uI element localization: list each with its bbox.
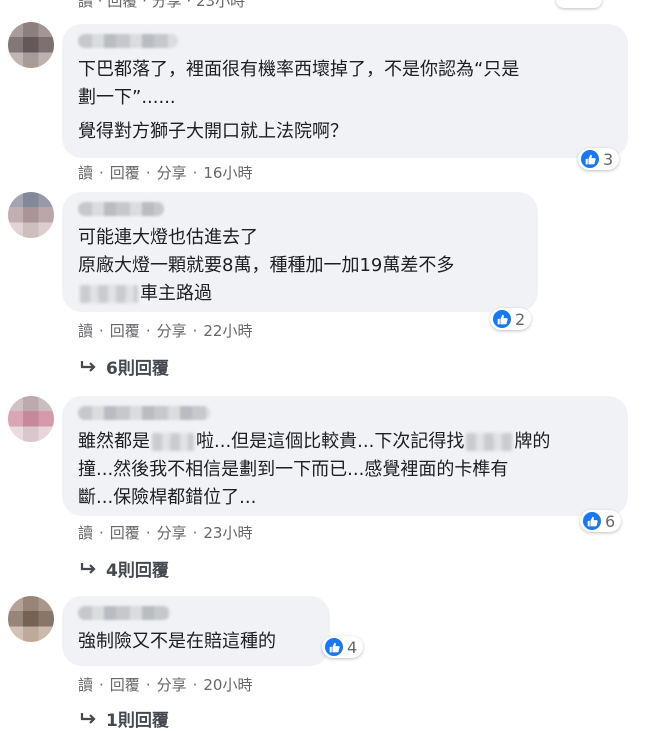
timestamp[interactable]: 23小時 xyxy=(203,524,252,542)
comment-text-line: 車主路過 xyxy=(78,280,522,308)
timestamp[interactable]: 16小時 xyxy=(203,164,252,182)
comment-text-line: 斷...保險桿都錯位了... xyxy=(78,487,257,508)
author-name-redacted[interactable] xyxy=(78,406,210,420)
read-link[interactable]: 讀 xyxy=(78,0,93,10)
comment-text-fragment: 啦...但是這個比較貴...下次記得找 xyxy=(196,431,465,452)
comment-bubble-3: 雖然都是 啦...但是這個比較貴...下次記得找 牌的 撞...然後我不相信是劃到一… xyxy=(62,396,628,516)
timestamp[interactable]: 22小時 xyxy=(203,322,252,340)
view-replies-link[interactable]: 6則回覆 xyxy=(80,354,169,379)
comment-actions: 讀 · 回覆 · 分享 · 22小時 xyxy=(78,322,253,340)
author-name-redacted[interactable] xyxy=(78,202,164,216)
comment-text-line: 劃一下”...... xyxy=(78,87,176,108)
view-replies-link[interactable]: 4則回覆 xyxy=(80,556,169,581)
comment-text-line: 強制險又不是在賠這種的 xyxy=(78,631,276,652)
timestamp[interactable]: 20小時 xyxy=(203,676,252,694)
read-link[interactable]: 讀 xyxy=(78,322,93,340)
comment-actions: 讀 · 回覆 · 分享 · 16小時 xyxy=(78,164,253,182)
like-icon xyxy=(493,310,511,328)
like-count: 3 xyxy=(603,149,614,169)
like-count: 2 xyxy=(515,309,526,329)
read-link[interactable]: 讀 xyxy=(78,524,93,542)
reaction-badge[interactable]: 2 xyxy=(490,308,532,330)
reaction-badge[interactable]: 3 xyxy=(578,148,620,170)
comment-text-line: 原廠大燈一顆就要8萬，種種加一加19萬差不多 xyxy=(78,255,455,276)
redacted-text xyxy=(466,433,513,451)
share-link[interactable]: 分享 xyxy=(157,524,187,542)
reply-arrow-icon xyxy=(80,562,96,574)
reply-arrow-icon xyxy=(80,360,96,372)
avatar[interactable] xyxy=(8,192,54,238)
like-icon xyxy=(583,512,601,530)
reply-link[interactable]: 回覆 xyxy=(107,0,137,10)
reply-link[interactable]: 回覆 xyxy=(110,524,140,542)
reply-link[interactable]: 回覆 xyxy=(110,164,140,182)
comment-text-line: 可能連大燈也估進去了 xyxy=(78,227,258,248)
timestamp[interactable]: 23小時 xyxy=(196,0,245,10)
like-icon xyxy=(581,150,599,168)
share-link[interactable]: 分享 xyxy=(152,0,182,10)
avatar[interactable] xyxy=(8,396,54,442)
replies-count-label: 1則回覆 xyxy=(106,711,169,731)
share-link[interactable]: 分享 xyxy=(157,164,187,182)
replies-count-label: 6則回覆 xyxy=(106,359,169,379)
comment-text-fragment: 雖然都是 xyxy=(78,431,150,452)
comment-bubble-2: 可能連大燈也估進去了 原廠大燈一顆就要8萬，種種加一加19萬差不多 車主路過 xyxy=(62,192,538,312)
comment-text-fragment: 牌的 xyxy=(514,431,551,452)
redacted-text xyxy=(152,433,194,451)
comment-actions: 讀 · 回覆 · 分享 · 20小時 xyxy=(78,676,253,694)
reply-link[interactable]: 回覆 xyxy=(110,676,140,694)
reply-link[interactable]: 回覆 xyxy=(110,322,140,340)
like-count: 4 xyxy=(347,637,358,657)
comment-0-actions: 讀 · 回覆 · 分享 · 23小時 xyxy=(78,0,245,11)
avatar[interactable] xyxy=(8,22,54,68)
comment-text-fragment: 車主路過 xyxy=(140,283,212,304)
comment-text-line: 覺得對方獅子大開口就上法院啊？ xyxy=(78,121,348,142)
redacted-text xyxy=(80,285,138,303)
avatar[interactable] xyxy=(8,596,54,642)
read-link[interactable]: 讀 xyxy=(78,676,93,694)
replies-count-label: 4則回覆 xyxy=(106,561,169,581)
reply-arrow-icon xyxy=(80,712,96,724)
like-count: 6 xyxy=(605,511,616,531)
like-icon xyxy=(325,638,343,656)
share-link[interactable]: 分享 xyxy=(157,322,187,340)
reaction-badge[interactable] xyxy=(556,0,602,8)
comment-actions: 讀 · 回覆 · 分享 · 23小時 xyxy=(78,524,253,542)
view-replies-link[interactable]: 1則回覆 xyxy=(80,706,169,731)
reaction-badge[interactable]: 4 xyxy=(322,636,364,658)
author-name-redacted[interactable] xyxy=(78,606,170,620)
comment-text-line: 下巴都落了，裡面很有機率西壞掉了，不是你認為“只是 xyxy=(78,59,520,80)
author-name-redacted[interactable] xyxy=(78,34,178,48)
comment-text-line: 雖然都是 啦...但是這個比較貴...下次記得找 牌的 xyxy=(78,428,612,456)
read-link[interactable]: 讀 xyxy=(78,164,93,182)
comment-bubble-4: 強制險又不是在賠這種的 xyxy=(62,596,330,666)
reaction-badge[interactable]: 6 xyxy=(580,510,622,532)
share-link[interactable]: 分享 xyxy=(157,676,187,694)
comment-text-line: 撞...然後我不相信是劃到一下而已...感覺裡面的卡榫有 xyxy=(78,459,509,480)
comment-bubble-1: 下巴都落了，裡面很有機率西壞掉了，不是你認為“只是 劃一下”...... 覺得對… xyxy=(62,24,628,158)
